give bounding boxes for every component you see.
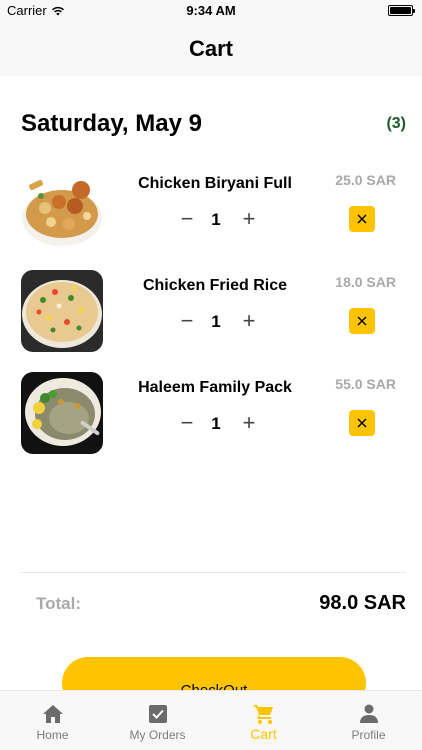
remove-item-button[interactable] bbox=[349, 206, 375, 232]
tab-label: My Orders bbox=[129, 728, 186, 742]
tab-label: Profile bbox=[351, 728, 386, 742]
item-count-badge: (3) bbox=[386, 115, 406, 132]
item-name: Chicken Fried Rice bbox=[142, 277, 288, 294]
quantity-stepper: − 1 + bbox=[176, 208, 256, 232]
chicken-biryani-photo bbox=[21, 168, 103, 250]
tab-label: Home bbox=[36, 728, 69, 742]
cart-item: Haleem Family Pack − 1 + 55.0 SAR bbox=[0, 372, 422, 456]
item-price: 25.0 SAR bbox=[335, 172, 396, 188]
tab-profile[interactable]: Profile bbox=[316, 691, 421, 750]
close-icon bbox=[357, 316, 367, 326]
tab-my-orders[interactable]: My Orders bbox=[105, 691, 210, 750]
total-amount: 98.0 SAR bbox=[319, 592, 406, 614]
remove-item-button[interactable] bbox=[349, 410, 375, 436]
cart-item: Chicken Biryani Full − 1 + 25.0 SAR bbox=[0, 168, 422, 252]
decrease-quantity-button[interactable]: − bbox=[176, 310, 198, 332]
home-icon bbox=[42, 705, 63, 723]
tab-cart[interactable]: Cart bbox=[211, 691, 316, 750]
increase-quantity-button[interactable]: + bbox=[238, 310, 260, 332]
tab-label: Cart bbox=[250, 726, 277, 742]
total-divider bbox=[20, 572, 406, 573]
close-icon bbox=[357, 418, 367, 428]
haleem-photo bbox=[21, 372, 103, 454]
decrease-quantity-button[interactable]: − bbox=[176, 412, 198, 434]
chicken-fried-rice-photo bbox=[21, 270, 103, 352]
clock: 9:34 AM bbox=[186, 3, 236, 18]
item-name: Haleem Family Pack bbox=[138, 379, 292, 396]
battery-icon bbox=[388, 5, 415, 16]
item-name: Chicken Biryani Full bbox=[138, 175, 292, 192]
increase-quantity-button[interactable]: + bbox=[238, 208, 260, 230]
increase-quantity-button[interactable]: + bbox=[238, 412, 260, 434]
item-price: 55.0 SAR bbox=[335, 376, 396, 392]
tab-home[interactable]: Home bbox=[0, 691, 105, 750]
cart-item: Chicken Fried Rice − 1 + 18.0 SAR bbox=[0, 270, 422, 354]
quantity-value: 1 bbox=[211, 312, 221, 331]
close-icon bbox=[357, 214, 367, 224]
cart-icon bbox=[253, 705, 273, 724]
order-date: Saturday, May 9 bbox=[21, 110, 202, 137]
quantity-value: 1 bbox=[211, 210, 221, 229]
page-title: Cart bbox=[188, 36, 233, 61]
total-label: Total: bbox=[36, 594, 82, 613]
item-price: 18.0 SAR bbox=[335, 274, 396, 290]
checkbox-icon bbox=[148, 705, 167, 723]
navigation-bar: Cart bbox=[0, 22, 422, 76]
remove-item-button[interactable] bbox=[349, 308, 375, 334]
tab-bar: Home My Orders Cart Profile bbox=[0, 690, 422, 750]
quantity-stepper: − 1 + bbox=[176, 310, 256, 334]
status-bar: Carrier 9:34 AM bbox=[0, 0, 422, 22]
quantity-stepper: − 1 + bbox=[176, 412, 256, 436]
quantity-value: 1 bbox=[211, 414, 221, 433]
person-icon bbox=[359, 704, 378, 723]
decrease-quantity-button[interactable]: − bbox=[176, 208, 198, 230]
